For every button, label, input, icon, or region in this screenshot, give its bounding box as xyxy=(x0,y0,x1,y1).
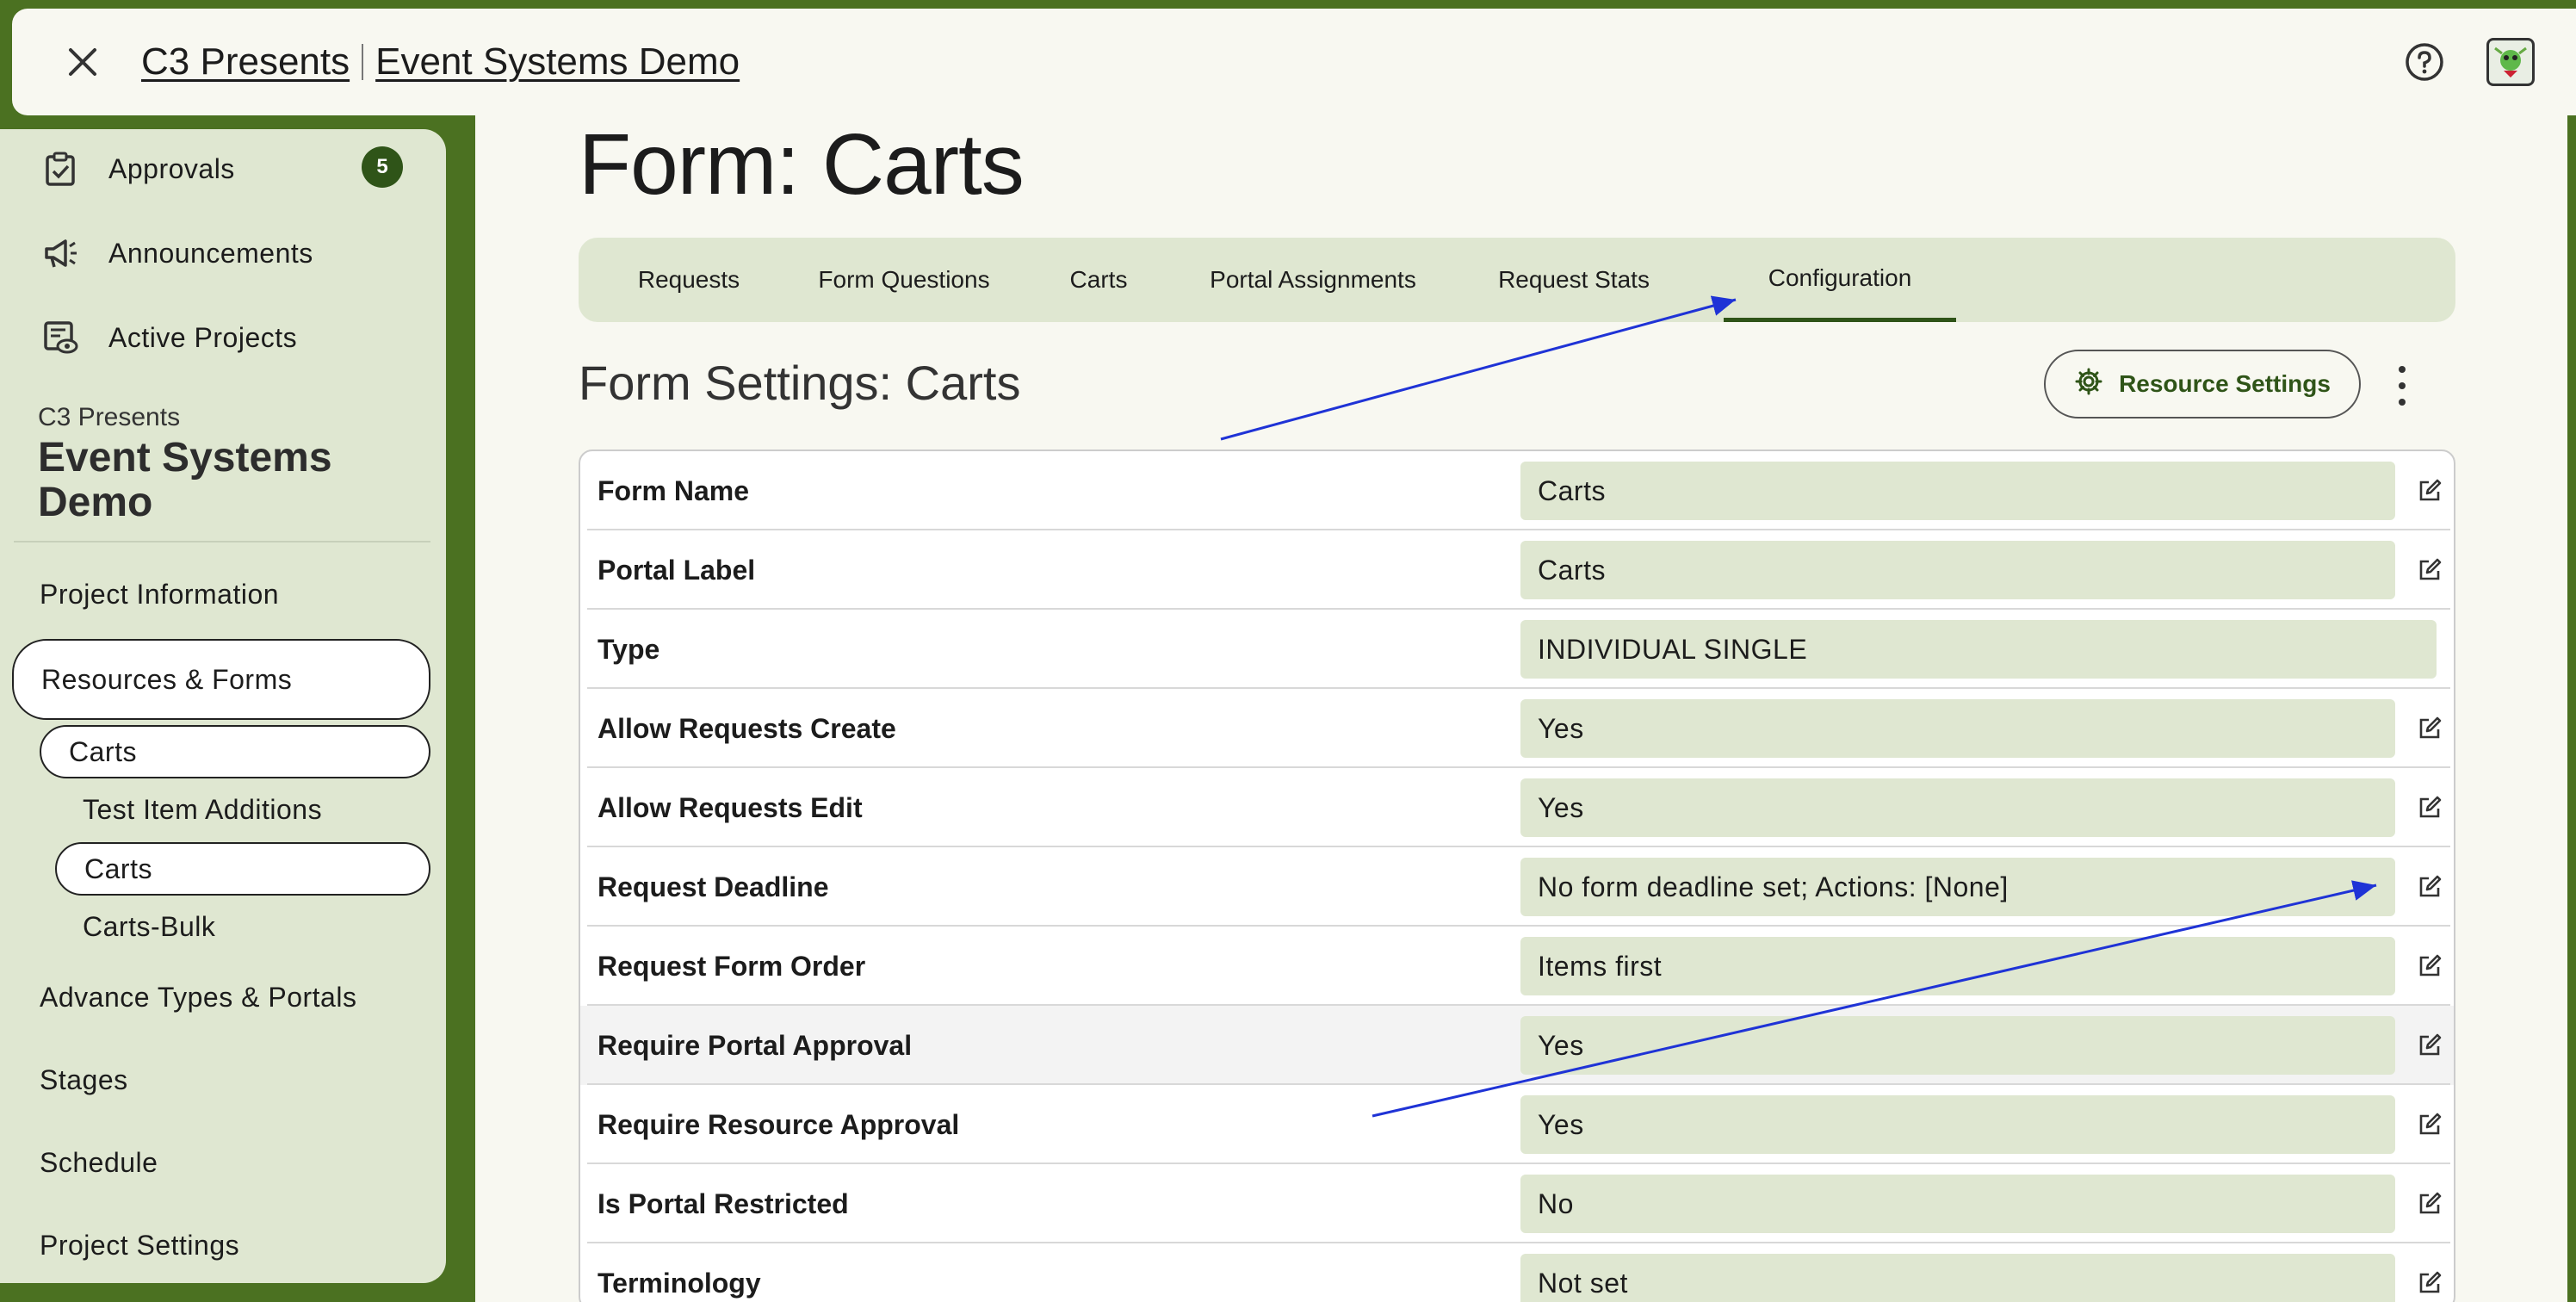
setting-label: Terminology xyxy=(598,1267,761,1299)
main-content: Form: Carts Requests Form Questions Cart… xyxy=(475,115,2567,1302)
approvals-count-badge: 5 xyxy=(362,146,403,188)
help-icon[interactable] xyxy=(2397,34,2452,90)
sidebar-item-label: Approvals xyxy=(108,152,235,184)
edit-icon[interactable] xyxy=(2412,870,2447,904)
megaphone-icon xyxy=(40,232,81,274)
settings-row-is-portal-restricted: Is Portal Restricted No xyxy=(580,1164,2454,1243)
tab-portal-assignments[interactable]: Portal Assignments xyxy=(1180,238,1446,322)
resource-settings-button[interactable]: Resource Settings xyxy=(2044,350,2361,418)
breadcrumb-separator xyxy=(362,44,364,80)
edit-icon[interactable] xyxy=(2412,1187,2447,1221)
setting-value: Not set xyxy=(1520,1254,2395,1302)
sidebar-link-resource-carts[interactable]: Carts xyxy=(40,725,430,778)
sidebar-link-label: Carts xyxy=(84,852,152,884)
setting-value: Yes xyxy=(1520,699,2395,758)
settings-row-allow-requests-edit: Allow Requests Edit Yes xyxy=(580,768,2454,847)
tab-bar: Requests Form Questions Carts Portal Ass… xyxy=(579,238,2455,322)
breadcrumb-project-link[interactable]: Event Systems Demo xyxy=(375,40,740,84)
edit-icon[interactable] xyxy=(2412,474,2447,508)
settings-row-portal-label: Portal Label Carts xyxy=(580,530,2454,610)
setting-label: Request Deadline xyxy=(598,871,829,902)
edit-icon[interactable] xyxy=(2412,949,2447,983)
gear-icon xyxy=(2074,367,2103,402)
setting-label: Require Resource Approval xyxy=(598,1108,960,1140)
setting-value: Carts xyxy=(1520,541,2395,599)
edit-icon[interactable] xyxy=(2412,1266,2447,1300)
settings-row-type: Type INDIVIDUAL SINGLE xyxy=(580,610,2454,689)
tab-request-stats[interactable]: Request Stats xyxy=(1472,238,1675,322)
sidebar-link-stages[interactable]: Stages xyxy=(40,1064,128,1096)
resource-settings-label: Resource Settings xyxy=(2119,370,2331,397)
settings-row-allow-requests-create: Allow Requests Create Yes xyxy=(580,689,2454,768)
tab-carts[interactable]: Carts xyxy=(1043,238,1154,322)
sidebar-item-label: Announcements xyxy=(108,237,313,269)
sidebar-divider xyxy=(14,541,430,542)
settings-row-request-deadline: Request Deadline No form deadline set; A… xyxy=(580,847,2454,927)
sidebar-link-advance-types-portals[interactable]: Advance Types & Portals xyxy=(40,982,356,1014)
sidebar-item-label: Active Projects xyxy=(108,321,298,353)
more-options-icon[interactable] xyxy=(2392,362,2412,410)
breadcrumb: C3 Presents Event Systems Demo xyxy=(141,40,740,84)
edit-icon[interactable] xyxy=(2412,1107,2447,1142)
setting-label: Allow Requests Create xyxy=(598,712,896,744)
sidebar-item-announcements[interactable]: Announcements xyxy=(40,232,313,274)
top-right-actions xyxy=(2397,34,2535,90)
tab-requests[interactable]: Requests xyxy=(613,238,765,322)
eye-list-icon xyxy=(40,317,81,358)
edit-icon[interactable] xyxy=(2412,711,2447,746)
setting-label: Require Portal Approval xyxy=(598,1029,913,1061)
settings-row-form-name: Form Name Carts xyxy=(580,451,2454,530)
setting-value: Yes xyxy=(1520,1095,2395,1154)
settings-row-terminology: Terminology Not set xyxy=(580,1243,2454,1302)
breadcrumb-org-link[interactable]: C3 Presents xyxy=(141,40,350,84)
sidebar-link-carts-bulk[interactable]: Carts-Bulk xyxy=(83,911,215,943)
setting-label: Type xyxy=(598,633,660,665)
setting-value: No xyxy=(1520,1175,2395,1233)
project-org-label: C3 Presents xyxy=(38,403,181,431)
setting-label: Portal Label xyxy=(598,554,756,586)
settings-row-request-form-order: Request Form Order Items first xyxy=(580,927,2454,1006)
setting-value: No form deadline set; Actions: [None] xyxy=(1520,858,2395,916)
project-name-heading: Event Systems Demo xyxy=(38,435,332,525)
setting-value: Carts xyxy=(1520,462,2395,520)
setting-label: Allow Requests Edit xyxy=(598,791,863,823)
tab-configuration[interactable]: Configuration xyxy=(1724,238,1956,322)
clipboard-check-icon xyxy=(40,148,81,189)
sidebar-link-resources-forms[interactable]: Resources & Forms xyxy=(12,639,430,720)
setting-label: Request Form Order xyxy=(598,950,866,982)
sidebar-link-project-information[interactable]: Project Information xyxy=(40,579,279,611)
sidebar-link-project-settings[interactable]: Project Settings xyxy=(40,1230,239,1262)
setting-value: INDIVIDUAL SINGLE xyxy=(1520,620,2437,679)
sidebar: Approvals 5 Announcements Active Project… xyxy=(0,129,446,1283)
setting-label: Form Name xyxy=(598,474,750,506)
sidebar-link-label: Carts xyxy=(69,735,137,767)
settings-row-require-portal-approval: Require Portal Approval Yes xyxy=(580,1006,2454,1085)
sidebar-link-form-carts[interactable]: Carts xyxy=(55,842,430,896)
setting-label: Is Portal Restricted xyxy=(598,1187,849,1219)
page-title: Form: Carts xyxy=(579,116,1025,213)
tab-form-questions[interactable]: Form Questions xyxy=(790,238,1018,322)
edit-icon[interactable] xyxy=(2412,553,2447,587)
sidebar-item-active-projects[interactable]: Active Projects xyxy=(40,317,297,358)
sidebar-link-label: Resources & Forms xyxy=(41,663,293,695)
section-title: Form Settings: Carts xyxy=(579,356,1021,410)
settings-row-require-resource-approval: Require Resource Approval Yes xyxy=(580,1085,2454,1164)
edit-icon[interactable] xyxy=(2412,790,2447,825)
setting-value: Yes xyxy=(1520,1016,2395,1075)
edit-icon[interactable] xyxy=(2412,1028,2447,1063)
setting-value: Yes xyxy=(1520,778,2395,837)
sidebar-link-schedule[interactable]: Schedule xyxy=(40,1147,158,1179)
avatar[interactable] xyxy=(2486,38,2535,86)
settings-table: Form Name Carts Portal Label Carts Type … xyxy=(579,450,2455,1302)
setting-value: Items first xyxy=(1520,937,2395,995)
close-icon[interactable] xyxy=(57,36,108,88)
sidebar-item-approvals[interactable]: Approvals xyxy=(40,148,235,189)
sidebar-link-test-item-additions[interactable]: Test Item Additions xyxy=(83,794,322,826)
top-bar: C3 Presents Event Systems Demo xyxy=(12,9,2576,115)
